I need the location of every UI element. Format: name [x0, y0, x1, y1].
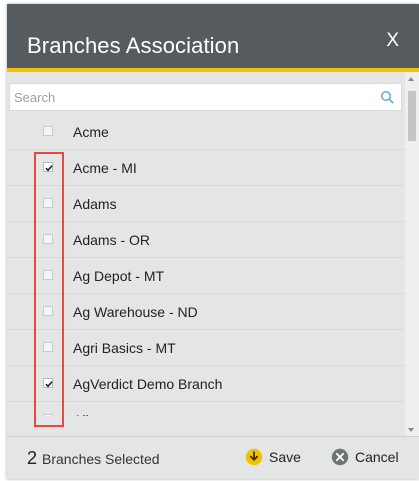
branch-list: Acme Acme - MI Adams Adams - OR Ag Depot - M… — [7, 114, 405, 416]
branch-checkbox[interactable] — [43, 162, 53, 172]
branch-label: Ag Depot - MT — [73, 268, 165, 284]
dialog-title: Branches Association — [27, 33, 240, 58]
screen: Branches Association X Acme Acme - MI Adam… — [0, 0, 419, 481]
scroll-down-arrow-icon[interactable] — [408, 428, 414, 432]
branch-checkbox[interactable] — [43, 126, 53, 136]
branch-row[interactable]: Adams — [7, 186, 405, 222]
search-input[interactable] — [10, 84, 374, 110]
selected-count-label: Branches Selected — [42, 451, 160, 467]
branch-checkbox[interactable] — [43, 306, 53, 316]
cancel-icon — [331, 448, 349, 466]
branch-checkbox[interactable] — [43, 234, 53, 244]
branches-association-dialog: Branches Association X Acme Acme - MI Adam… — [7, 4, 419, 479]
close-button[interactable]: X — [386, 29, 399, 53]
search-icon[interactable] — [380, 90, 394, 104]
branch-label: Acme — [73, 124, 109, 140]
branch-label: Agri Basics - MT — [73, 340, 176, 356]
branch-checkbox[interactable] — [43, 198, 53, 208]
branch-label: Adams - OR — [73, 232, 151, 248]
list-scrollbar[interactable] — [405, 72, 419, 437]
branch-label: Adams — [73, 196, 117, 212]
branch-label: AgVerdict Demo Branch — [73, 376, 223, 392]
checkmark-icon — [45, 165, 53, 172]
dialog-titlebar: Branches Association X — [7, 4, 419, 68]
branch-label: Acme - MI — [73, 160, 137, 176]
save-icon — [245, 448, 263, 466]
branch-checkbox[interactable] — [43, 270, 53, 280]
branch-checkbox[interactable] — [43, 378, 53, 388]
branch-row[interactable]: Albany — [7, 402, 405, 416]
accent-bar — [7, 68, 419, 72]
branch-row[interactable]: Ag Warehouse - ND — [7, 294, 405, 330]
branch-label: Ag Warehouse - ND — [73, 304, 198, 320]
branch-row[interactable]: Acme - MI — [7, 150, 405, 186]
scroll-up-arrow-icon[interactable] — [408, 77, 414, 81]
branch-label: Albany — [73, 412, 116, 416]
search-box — [9, 83, 402, 111]
branch-row[interactable]: AgVerdict Demo Branch — [7, 366, 405, 402]
cancel-button-label: Cancel — [355, 449, 399, 465]
branch-row[interactable]: Adams - OR — [7, 222, 405, 258]
checkmark-icon — [45, 381, 53, 388]
cancel-button[interactable]: Cancel — [331, 445, 417, 469]
dialog-footer: 2 Branches Selected Save Cancel — [7, 436, 419, 479]
save-button-label: Save — [269, 449, 301, 465]
branch-checkbox[interactable] — [43, 414, 53, 416]
branch-row[interactable]: Acme — [7, 114, 405, 150]
branch-row[interactable]: Agri Basics - MT — [7, 330, 405, 366]
save-button[interactable]: Save — [245, 445, 315, 469]
scroll-thumb[interactable] — [408, 91, 416, 141]
selected-count: 2 — [27, 448, 38, 468]
branch-row[interactable]: Ag Depot - MT — [7, 258, 405, 294]
branch-checkbox[interactable] — [43, 342, 53, 352]
